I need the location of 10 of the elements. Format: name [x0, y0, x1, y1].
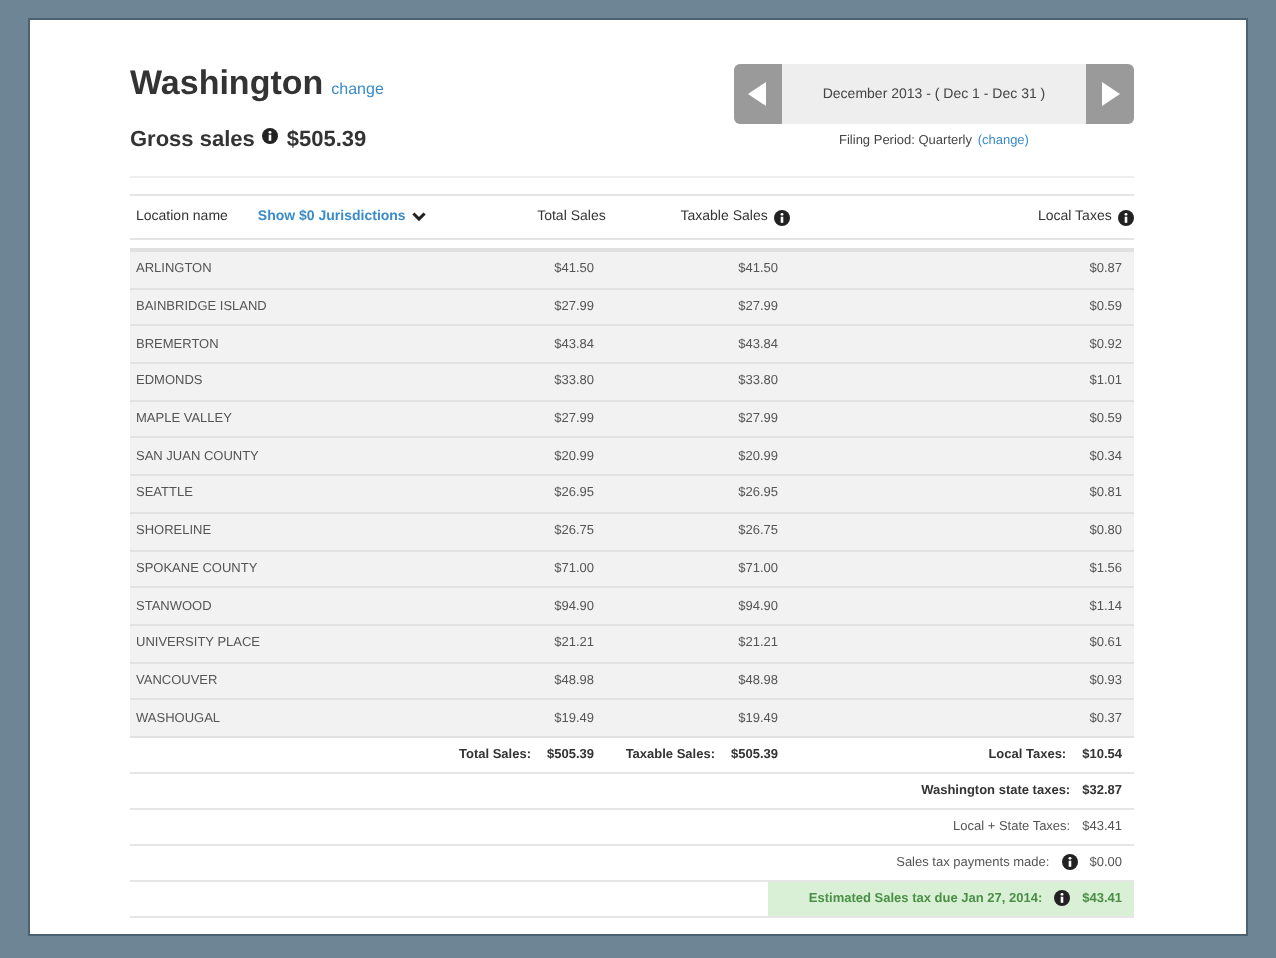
previous-period-button[interactable]: [734, 64, 782, 124]
state-title: Washington: [130, 64, 324, 102]
right-arrow-icon: [1100, 82, 1120, 106]
chevron-down-icon: [411, 212, 426, 222]
left-arrow-icon: [748, 82, 768, 106]
info-icon: [262, 128, 279, 144]
next-period-button[interactable]: [1086, 64, 1134, 124]
change-link[interactable]: change: [331, 80, 384, 98]
gross-sales-value: $505.39: [286, 128, 367, 152]
gross-sales-label: Gross sales: [130, 128, 255, 152]
